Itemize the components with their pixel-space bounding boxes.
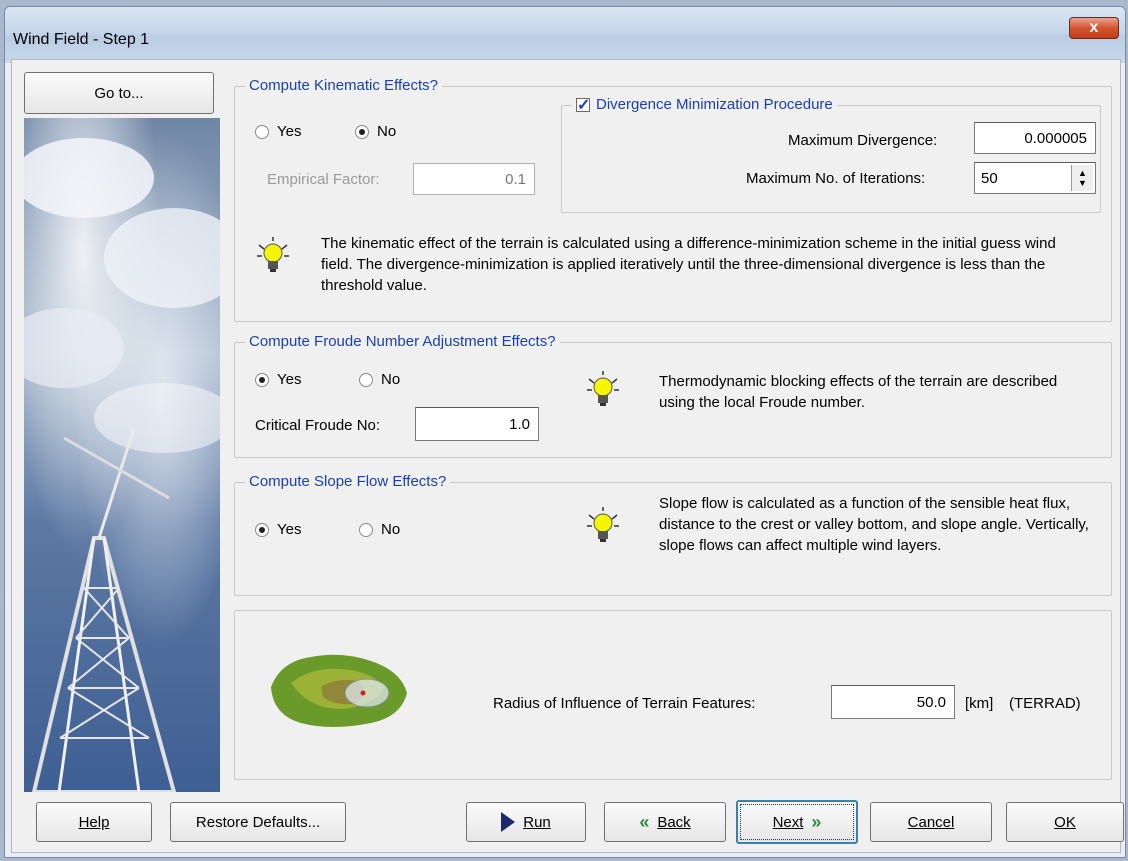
cancel-button[interactable]: Cancel: [870, 802, 992, 842]
radius-param: (TERRAD): [1009, 695, 1081, 712]
slope-yes-radio[interactable]: Yes: [255, 521, 301, 538]
empirical-factor-label: Empirical Factor:: [267, 171, 380, 188]
radius-value: 50.0: [916, 693, 946, 711]
kinematic-group-title: Compute Kinematic Effects?: [245, 77, 442, 94]
play-icon: [501, 812, 516, 832]
help-button[interactable]: Help: [36, 802, 152, 842]
title-bar: Wind Field - Step 1 x: [5, 7, 1125, 63]
kinematic-no-label: No: [377, 123, 397, 140]
slope-group-title: Compute Slope Flow Effects?: [245, 473, 451, 490]
max-divergence-field[interactable]: 0.000005: [974, 122, 1096, 154]
slope-note: Slope flow is calculated as a function o…: [659, 495, 1089, 554]
divergence-group-header: Divergence Minimization Procedure: [572, 95, 837, 115]
critical-froude-field[interactable]: 1.0: [415, 407, 539, 441]
slope-yes-radio-dot: [255, 522, 269, 537]
max-iterations-field[interactable]: 50 ▲ ▼: [974, 162, 1096, 194]
tower-illustration: [24, 138, 220, 792]
froude-no-label: No: [381, 371, 401, 388]
kinematic-no-radio-dot: [355, 124, 369, 139]
empirical-factor-field[interactable]: 0.1: [413, 163, 535, 195]
divergence-group-title: Divergence Minimization Procedure: [596, 96, 833, 113]
run-button-label: Run: [523, 813, 551, 831]
empirical-factor-value: 0.1: [505, 170, 526, 188]
froude-hint-bulb-icon: [587, 371, 619, 406]
dialog-window: Wind Field - Step 1 x Go to... Compute K…: [4, 6, 1126, 858]
close-button[interactable]: x: [1069, 17, 1119, 39]
kinematic-note: The kinematic effect of the terrain is c…: [321, 235, 1056, 294]
slope-no-radio[interactable]: No: [359, 521, 400, 538]
next-arrow-icon: »: [811, 811, 822, 832]
max-iterations-spinner[interactable]: ▲ ▼: [1071, 165, 1093, 191]
dialog-client-area: Go to... Compute Kinematic Effects? Yes …: [11, 59, 1124, 853]
terrain-group: Radius of Influence of Terrain Features:…: [234, 610, 1112, 780]
next-button-label: Next: [772, 813, 804, 831]
froude-note: Thermodynamic blocking effects of the te…: [659, 373, 1058, 411]
cancel-button-label: Cancel: [907, 813, 955, 831]
froude-yes-radio[interactable]: Yes: [255, 371, 301, 388]
froude-no-radio-dot: [359, 372, 373, 387]
kinematic-yes-radio-dot: [255, 124, 269, 139]
ok-button-label: OK: [1054, 813, 1076, 831]
ok-button[interactable]: OK: [1006, 802, 1124, 842]
goto-button-label: Go to...: [94, 84, 144, 102]
max-divergence-value: 0.000005: [1024, 129, 1087, 147]
divergence-group: Divergence Minimization Procedure Maximu…: [561, 95, 1101, 213]
divergence-checkbox[interactable]: [576, 95, 590, 115]
slope-hint-bulb-icon: [587, 507, 619, 542]
radius-unit: [km]: [965, 695, 994, 712]
help-button-label: Help: [78, 813, 110, 831]
kinematic-no-radio[interactable]: No: [355, 123, 396, 140]
restore-defaults-button[interactable]: Restore Defaults...: [170, 802, 346, 842]
max-divergence-label: Maximum Divergence:: [788, 132, 938, 149]
next-button[interactable]: Next »: [736, 800, 858, 844]
slope-no-radio-dot: [359, 522, 373, 537]
run-button[interactable]: Run: [466, 802, 586, 842]
froude-group-title: Compute Froude Number Adjustment Effects…: [245, 333, 560, 350]
spin-down-icon[interactable]: ▼: [1078, 178, 1087, 188]
radius-label: Radius of Influence of Terrain Features:: [493, 695, 756, 712]
spin-up-icon[interactable]: ▲: [1078, 168, 1087, 178]
window-title: Wind Field - Step 1: [13, 31, 150, 48]
froude-yes-radio-dot: [255, 372, 269, 387]
slope-yes-label: Yes: [277, 521, 302, 538]
back-button-label: Back: [657, 813, 691, 831]
froude-yes-label: Yes: [277, 371, 302, 388]
kinematic-yes-radio[interactable]: Yes: [255, 123, 301, 140]
back-button[interactable]: « Back: [604, 802, 726, 842]
critical-froude-value: 1.0: [509, 415, 530, 433]
slope-group: Compute Slope Flow Effects? Yes No Slope…: [234, 473, 1112, 596]
goto-button[interactable]: Go to...: [24, 72, 214, 114]
terrain-map-image: [271, 654, 407, 727]
sidebar-tower-image: [24, 118, 220, 792]
max-iterations-label: Maximum No. of Iterations:: [746, 170, 926, 187]
froude-group: Compute Froude Number Adjustment Effects…: [234, 333, 1112, 458]
kinematic-hint-bulb-icon: [257, 237, 289, 272]
kinematic-group: Compute Kinematic Effects? Yes No Empiri…: [234, 77, 1112, 322]
froude-no-radio[interactable]: No: [359, 371, 400, 388]
radius-field[interactable]: 50.0: [831, 685, 955, 719]
restore-defaults-label: Restore Defaults...: [195, 813, 321, 831]
kinematic-yes-label: Yes: [277, 123, 302, 140]
max-iterations-value: 50: [981, 169, 998, 187]
slope-no-label: No: [381, 521, 401, 538]
critical-froude-label: Critical Froude No:: [255, 417, 381, 434]
back-arrow-icon: «: [639, 811, 650, 832]
